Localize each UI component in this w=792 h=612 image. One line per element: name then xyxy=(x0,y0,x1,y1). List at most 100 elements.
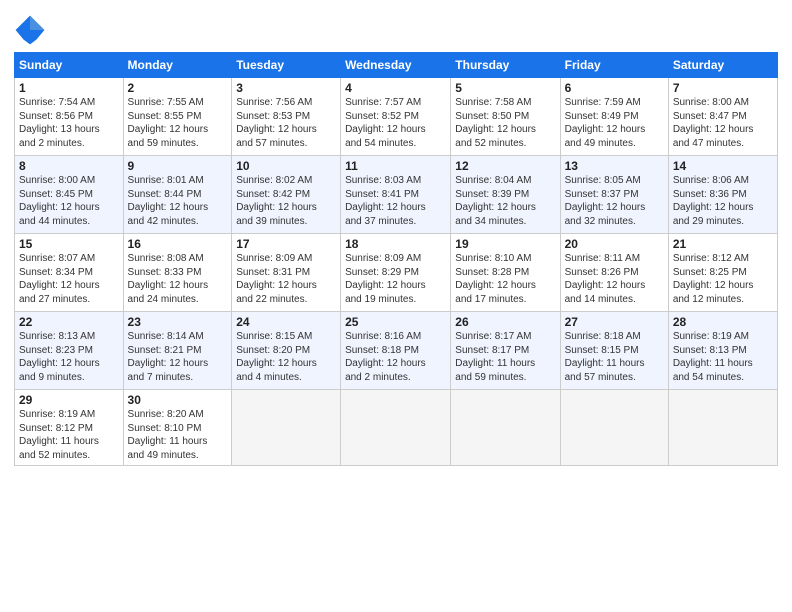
day-info: Sunrise: 8:19 AM Sunset: 8:12 PM Dayligh… xyxy=(19,408,119,462)
day-number: 4 xyxy=(345,81,446,95)
calendar-cell xyxy=(560,390,668,466)
day-number: 6 xyxy=(565,81,664,95)
calendar-cell: 8Sunrise: 8:00 AM Sunset: 8:45 PM Daylig… xyxy=(15,156,124,234)
day-info: Sunrise: 7:56 AM Sunset: 8:53 PM Dayligh… xyxy=(236,96,336,150)
calendar-cell: 10Sunrise: 8:02 AM Sunset: 8:42 PM Dayli… xyxy=(232,156,341,234)
calendar-cell: 6Sunrise: 7:59 AM Sunset: 8:49 PM Daylig… xyxy=(560,78,668,156)
calendar-cell: 30Sunrise: 8:20 AM Sunset: 8:10 PM Dayli… xyxy=(123,390,232,466)
calendar-cell: 20Sunrise: 8:11 AM Sunset: 8:26 PM Dayli… xyxy=(560,234,668,312)
calendar-cell: 17Sunrise: 8:09 AM Sunset: 8:31 PM Dayli… xyxy=(232,234,341,312)
day-info: Sunrise: 8:07 AM Sunset: 8:34 PM Dayligh… xyxy=(19,252,119,306)
day-info: Sunrise: 8:09 AM Sunset: 8:29 PM Dayligh… xyxy=(345,252,446,306)
weekday-thursday: Thursday xyxy=(451,53,560,78)
day-number: 22 xyxy=(19,315,119,329)
weekday-tuesday: Tuesday xyxy=(232,53,341,78)
day-info: Sunrise: 8:18 AM Sunset: 8:15 PM Dayligh… xyxy=(565,330,664,384)
day-number: 8 xyxy=(19,159,119,173)
day-info: Sunrise: 8:15 AM Sunset: 8:20 PM Dayligh… xyxy=(236,330,336,384)
day-info: Sunrise: 8:03 AM Sunset: 8:41 PM Dayligh… xyxy=(345,174,446,228)
calendar-cell: 2Sunrise: 7:55 AM Sunset: 8:55 PM Daylig… xyxy=(123,78,232,156)
day-number: 20 xyxy=(565,237,664,251)
calendar-table: SundayMondayTuesdayWednesdayThursdayFrid… xyxy=(14,52,778,466)
day-number: 13 xyxy=(565,159,664,173)
day-number: 25 xyxy=(345,315,446,329)
day-number: 23 xyxy=(128,315,228,329)
day-info: Sunrise: 7:57 AM Sunset: 8:52 PM Dayligh… xyxy=(345,96,446,150)
day-info: Sunrise: 8:02 AM Sunset: 8:42 PM Dayligh… xyxy=(236,174,336,228)
day-info: Sunrise: 8:13 AM Sunset: 8:23 PM Dayligh… xyxy=(19,330,119,384)
day-number: 14 xyxy=(673,159,773,173)
calendar-cell: 5Sunrise: 7:58 AM Sunset: 8:50 PM Daylig… xyxy=(451,78,560,156)
day-info: Sunrise: 8:16 AM Sunset: 8:18 PM Dayligh… xyxy=(345,330,446,384)
day-number: 24 xyxy=(236,315,336,329)
day-info: Sunrise: 8:17 AM Sunset: 8:17 PM Dayligh… xyxy=(455,330,555,384)
day-number: 21 xyxy=(673,237,773,251)
day-info: Sunrise: 7:54 AM Sunset: 8:56 PM Dayligh… xyxy=(19,96,119,150)
day-number: 19 xyxy=(455,237,555,251)
day-number: 5 xyxy=(455,81,555,95)
calendar-cell: 19Sunrise: 8:10 AM Sunset: 8:28 PM Dayli… xyxy=(451,234,560,312)
day-info: Sunrise: 8:04 AM Sunset: 8:39 PM Dayligh… xyxy=(455,174,555,228)
day-info: Sunrise: 8:20 AM Sunset: 8:10 PM Dayligh… xyxy=(128,408,228,462)
calendar-cell: 26Sunrise: 8:17 AM Sunset: 8:17 PM Dayli… xyxy=(451,312,560,390)
day-number: 10 xyxy=(236,159,336,173)
calendar-cell: 24Sunrise: 8:15 AM Sunset: 8:20 PM Dayli… xyxy=(232,312,341,390)
calendar-cell: 1Sunrise: 7:54 AM Sunset: 8:56 PM Daylig… xyxy=(15,78,124,156)
calendar-week-1: 1Sunrise: 7:54 AM Sunset: 8:56 PM Daylig… xyxy=(15,78,778,156)
day-info: Sunrise: 7:58 AM Sunset: 8:50 PM Dayligh… xyxy=(455,96,555,150)
calendar-cell: 18Sunrise: 8:09 AM Sunset: 8:29 PM Dayli… xyxy=(341,234,451,312)
day-number: 9 xyxy=(128,159,228,173)
weekday-header-row: SundayMondayTuesdayWednesdayThursdayFrid… xyxy=(15,53,778,78)
day-info: Sunrise: 7:59 AM Sunset: 8:49 PM Dayligh… xyxy=(565,96,664,150)
calendar-cell: 16Sunrise: 8:08 AM Sunset: 8:33 PM Dayli… xyxy=(123,234,232,312)
weekday-sunday: Sunday xyxy=(15,53,124,78)
calendar-cell xyxy=(232,390,341,466)
day-number: 28 xyxy=(673,315,773,329)
day-number: 29 xyxy=(19,393,119,407)
weekday-wednesday: Wednesday xyxy=(341,53,451,78)
day-number: 16 xyxy=(128,237,228,251)
calendar-cell: 11Sunrise: 8:03 AM Sunset: 8:41 PM Dayli… xyxy=(341,156,451,234)
calendar-cell: 15Sunrise: 8:07 AM Sunset: 8:34 PM Dayli… xyxy=(15,234,124,312)
calendar-cell xyxy=(668,390,777,466)
day-info: Sunrise: 8:10 AM Sunset: 8:28 PM Dayligh… xyxy=(455,252,555,306)
calendar-week-4: 22Sunrise: 8:13 AM Sunset: 8:23 PM Dayli… xyxy=(15,312,778,390)
header xyxy=(14,10,778,46)
day-info: Sunrise: 8:12 AM Sunset: 8:25 PM Dayligh… xyxy=(673,252,773,306)
calendar-cell: 29Sunrise: 8:19 AM Sunset: 8:12 PM Dayli… xyxy=(15,390,124,466)
calendar-cell: 3Sunrise: 7:56 AM Sunset: 8:53 PM Daylig… xyxy=(232,78,341,156)
day-number: 15 xyxy=(19,237,119,251)
calendar-cell: 13Sunrise: 8:05 AM Sunset: 8:37 PM Dayli… xyxy=(560,156,668,234)
day-info: Sunrise: 8:11 AM Sunset: 8:26 PM Dayligh… xyxy=(565,252,664,306)
calendar-cell xyxy=(341,390,451,466)
day-info: Sunrise: 8:14 AM Sunset: 8:21 PM Dayligh… xyxy=(128,330,228,384)
calendar-cell: 21Sunrise: 8:12 AM Sunset: 8:25 PM Dayli… xyxy=(668,234,777,312)
day-info: Sunrise: 8:19 AM Sunset: 8:13 PM Dayligh… xyxy=(673,330,773,384)
day-info: Sunrise: 8:05 AM Sunset: 8:37 PM Dayligh… xyxy=(565,174,664,228)
day-number: 7 xyxy=(673,81,773,95)
day-info: Sunrise: 8:09 AM Sunset: 8:31 PM Dayligh… xyxy=(236,252,336,306)
weekday-monday: Monday xyxy=(123,53,232,78)
calendar-cell: 9Sunrise: 8:01 AM Sunset: 8:44 PM Daylig… xyxy=(123,156,232,234)
logo-icon xyxy=(14,14,46,46)
calendar-cell: 14Sunrise: 8:06 AM Sunset: 8:36 PM Dayli… xyxy=(668,156,777,234)
calendar-cell: 23Sunrise: 8:14 AM Sunset: 8:21 PM Dayli… xyxy=(123,312,232,390)
calendar-cell: 28Sunrise: 8:19 AM Sunset: 8:13 PM Dayli… xyxy=(668,312,777,390)
day-info: Sunrise: 7:55 AM Sunset: 8:55 PM Dayligh… xyxy=(128,96,228,150)
day-info: Sunrise: 8:08 AM Sunset: 8:33 PM Dayligh… xyxy=(128,252,228,306)
weekday-friday: Friday xyxy=(560,53,668,78)
day-info: Sunrise: 8:00 AM Sunset: 8:47 PM Dayligh… xyxy=(673,96,773,150)
calendar-week-3: 15Sunrise: 8:07 AM Sunset: 8:34 PM Dayli… xyxy=(15,234,778,312)
calendar-cell xyxy=(451,390,560,466)
day-number: 27 xyxy=(565,315,664,329)
day-number: 17 xyxy=(236,237,336,251)
calendar-cell: 12Sunrise: 8:04 AM Sunset: 8:39 PM Dayli… xyxy=(451,156,560,234)
day-number: 11 xyxy=(345,159,446,173)
calendar-cell: 25Sunrise: 8:16 AM Sunset: 8:18 PM Dayli… xyxy=(341,312,451,390)
day-number: 2 xyxy=(128,81,228,95)
day-number: 1 xyxy=(19,81,119,95)
calendar-week-2: 8Sunrise: 8:00 AM Sunset: 8:45 PM Daylig… xyxy=(15,156,778,234)
day-number: 30 xyxy=(128,393,228,407)
page-container: SundayMondayTuesdayWednesdayThursdayFrid… xyxy=(0,0,792,474)
calendar-cell: 7Sunrise: 8:00 AM Sunset: 8:47 PM Daylig… xyxy=(668,78,777,156)
